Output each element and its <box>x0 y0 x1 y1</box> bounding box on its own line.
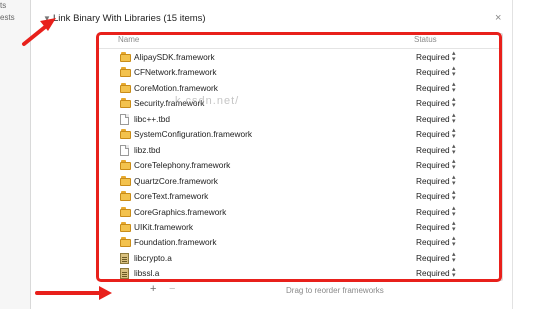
column-header-name[interactable]: Name <box>118 35 139 44</box>
table-row[interactable]: Security.framework Required ▴ ▾ <box>98 96 502 112</box>
table-row[interactable]: CoreText.framework Required ▴ ▾ <box>98 189 502 205</box>
remove-library-button[interactable]: − <box>169 283 175 295</box>
status-select[interactable]: Required <box>416 176 450 186</box>
library-name: libssl.a <box>134 268 160 279</box>
framework-icon <box>120 67 131 78</box>
stepper-updown-icon[interactable]: ▴ ▾ <box>452 81 456 94</box>
table-row[interactable]: libc++.tbd Required ▴ ▾ <box>98 112 502 128</box>
framework-icon <box>120 129 131 140</box>
library-name: Foundation.framework <box>134 237 217 248</box>
stepper-updown-icon[interactable]: ▴ ▾ <box>452 127 456 140</box>
sidebar-item[interactable]: ts <box>0 1 6 10</box>
table-row[interactable]: CoreMotion.framework Required ▴ ▾ <box>98 81 502 97</box>
framework-icon <box>120 221 131 233</box>
framework-icon <box>120 237 131 248</box>
stepper-updown-icon[interactable]: ▴ ▾ <box>452 205 456 218</box>
close-icon[interactable]: × <box>495 12 501 24</box>
status-select[interactable]: Required <box>416 237 450 247</box>
framework-icon <box>120 206 131 218</box>
stepper-updown-icon[interactable]: ▴ ▾ <box>452 266 456 279</box>
table-row[interactable]: AlipaySDK.framework Required ▴ ▾ <box>98 50 502 66</box>
stepper-updown-icon[interactable]: ▴ ▾ <box>452 143 456 156</box>
library-name: CFNetwork.framework <box>134 67 217 78</box>
table-row[interactable]: libcrypto.a Required ▴ ▾ <box>98 251 502 267</box>
framework-icon <box>120 98 131 109</box>
status-select[interactable]: Required <box>416 145 450 155</box>
library-name: CoreTelephony.framework <box>134 160 231 171</box>
table-row[interactable]: CFNetwork.framework Required ▴ ▾ <box>98 65 502 81</box>
status-select[interactable]: Required <box>416 52 450 62</box>
disclosure-triangle-icon[interactable]: ▼ <box>43 14 51 23</box>
table-row[interactable]: CoreTelephony.framework Required ▴ ▾ <box>98 158 502 174</box>
phase-header[interactable]: ▼ Link Binary With Libraries (15 items) … <box>31 10 512 28</box>
framework-icon <box>120 82 131 94</box>
status-select[interactable]: Required <box>416 207 450 217</box>
stepper-updown-icon[interactable]: ▴ ▾ <box>452 96 456 109</box>
status-select[interactable]: Required <box>416 98 450 108</box>
stepper-updown-icon[interactable]: ▴ ▾ <box>452 220 456 233</box>
column-header-status[interactable]: Status <box>414 35 437 44</box>
stepper-updown-icon[interactable]: ▴ ▾ <box>452 112 456 125</box>
status-select[interactable]: Required <box>416 191 450 201</box>
stepper-updown-icon[interactable]: ▴ ▾ <box>452 50 456 63</box>
sidebar-item[interactable]: ests <box>0 13 15 22</box>
library-name: AlipaySDK.framework <box>134 52 215 62</box>
project-sidebar: ts ests <box>0 0 31 309</box>
library-name: libz.tbd <box>134 144 161 155</box>
phase-title: Link Binary With Libraries (15 items) <box>53 13 206 24</box>
build-phase-panel: ▼ Link Binary With Libraries (15 items) … <box>31 0 513 309</box>
framework-icon <box>120 191 131 202</box>
add-library-button[interactable]: + <box>150 283 156 295</box>
library-name: CoreMotion.framework <box>134 82 218 93</box>
status-select[interactable]: Required <box>416 129 450 139</box>
library-name: UIKit.framework <box>134 221 194 232</box>
table-row[interactable]: CoreGraphics.framework Required ▴ ▾ <box>98 205 502 221</box>
library-name: QuartzCore.framework <box>134 175 218 186</box>
status-select[interactable]: Required <box>416 83 450 93</box>
library-name: SystemConfiguration.framework <box>134 129 253 140</box>
static-library-icon <box>120 268 129 280</box>
stepper-updown-icon[interactable]: ▴ ▾ <box>452 189 456 202</box>
table-header: Name Status <box>98 34 502 49</box>
status-select[interactable]: Required <box>416 253 450 263</box>
library-name: libcrypto.a <box>134 252 172 263</box>
stepper-updown-icon[interactable]: ▴ ▾ <box>452 235 456 248</box>
library-name: CoreGraphics.framework <box>134 206 227 217</box>
libraries-table: Name Status AlipaySDK.framework Required ▴… <box>97 33 503 281</box>
status-select[interactable]: Required <box>416 114 450 124</box>
framework-icon <box>120 175 131 187</box>
stepper-updown-icon[interactable]: ▴ ▾ <box>452 174 456 187</box>
library-name: libc++.tbd <box>134 113 170 124</box>
xcode-build-phases-view: ts ests ▼ Link Binary With Libraries (15… <box>0 0 543 309</box>
table-footer: + − Drag to reorder frameworks <box>97 280 501 298</box>
status-select[interactable]: Required <box>416 160 450 170</box>
framework-icon <box>120 52 131 63</box>
stepper-updown-icon[interactable]: ▴ ▾ <box>452 158 456 171</box>
reorder-hint: Drag to reorder frameworks <box>286 286 384 295</box>
status-select[interactable]: Required <box>416 268 450 278</box>
status-select[interactable]: Required <box>416 67 450 77</box>
watermark: k.csdn.net/ <box>175 95 240 107</box>
library-name: CoreText.framework <box>134 191 209 202</box>
table-row[interactable]: QuartzCore.framework Required ▴ ▾ <box>98 174 502 190</box>
status-select[interactable]: Required <box>416 222 450 232</box>
static-library-icon <box>120 252 129 264</box>
table-row[interactable]: UIKit.framework Required ▴ ▾ <box>98 220 502 236</box>
tbd-file-icon <box>120 144 129 156</box>
table-row[interactable]: libz.tbd Required ▴ ▾ <box>98 143 502 159</box>
stepper-updown-icon[interactable]: ▴ ▾ <box>452 65 456 78</box>
table-row[interactable]: SystemConfiguration.framework Required ▴ ▾ <box>98 127 502 143</box>
table-row[interactable]: Foundation.framework Required ▴ ▾ <box>98 235 502 251</box>
framework-icon <box>120 160 131 171</box>
stepper-updown-icon[interactable]: ▴ ▾ <box>452 251 456 264</box>
tbd-file-icon <box>120 113 129 125</box>
